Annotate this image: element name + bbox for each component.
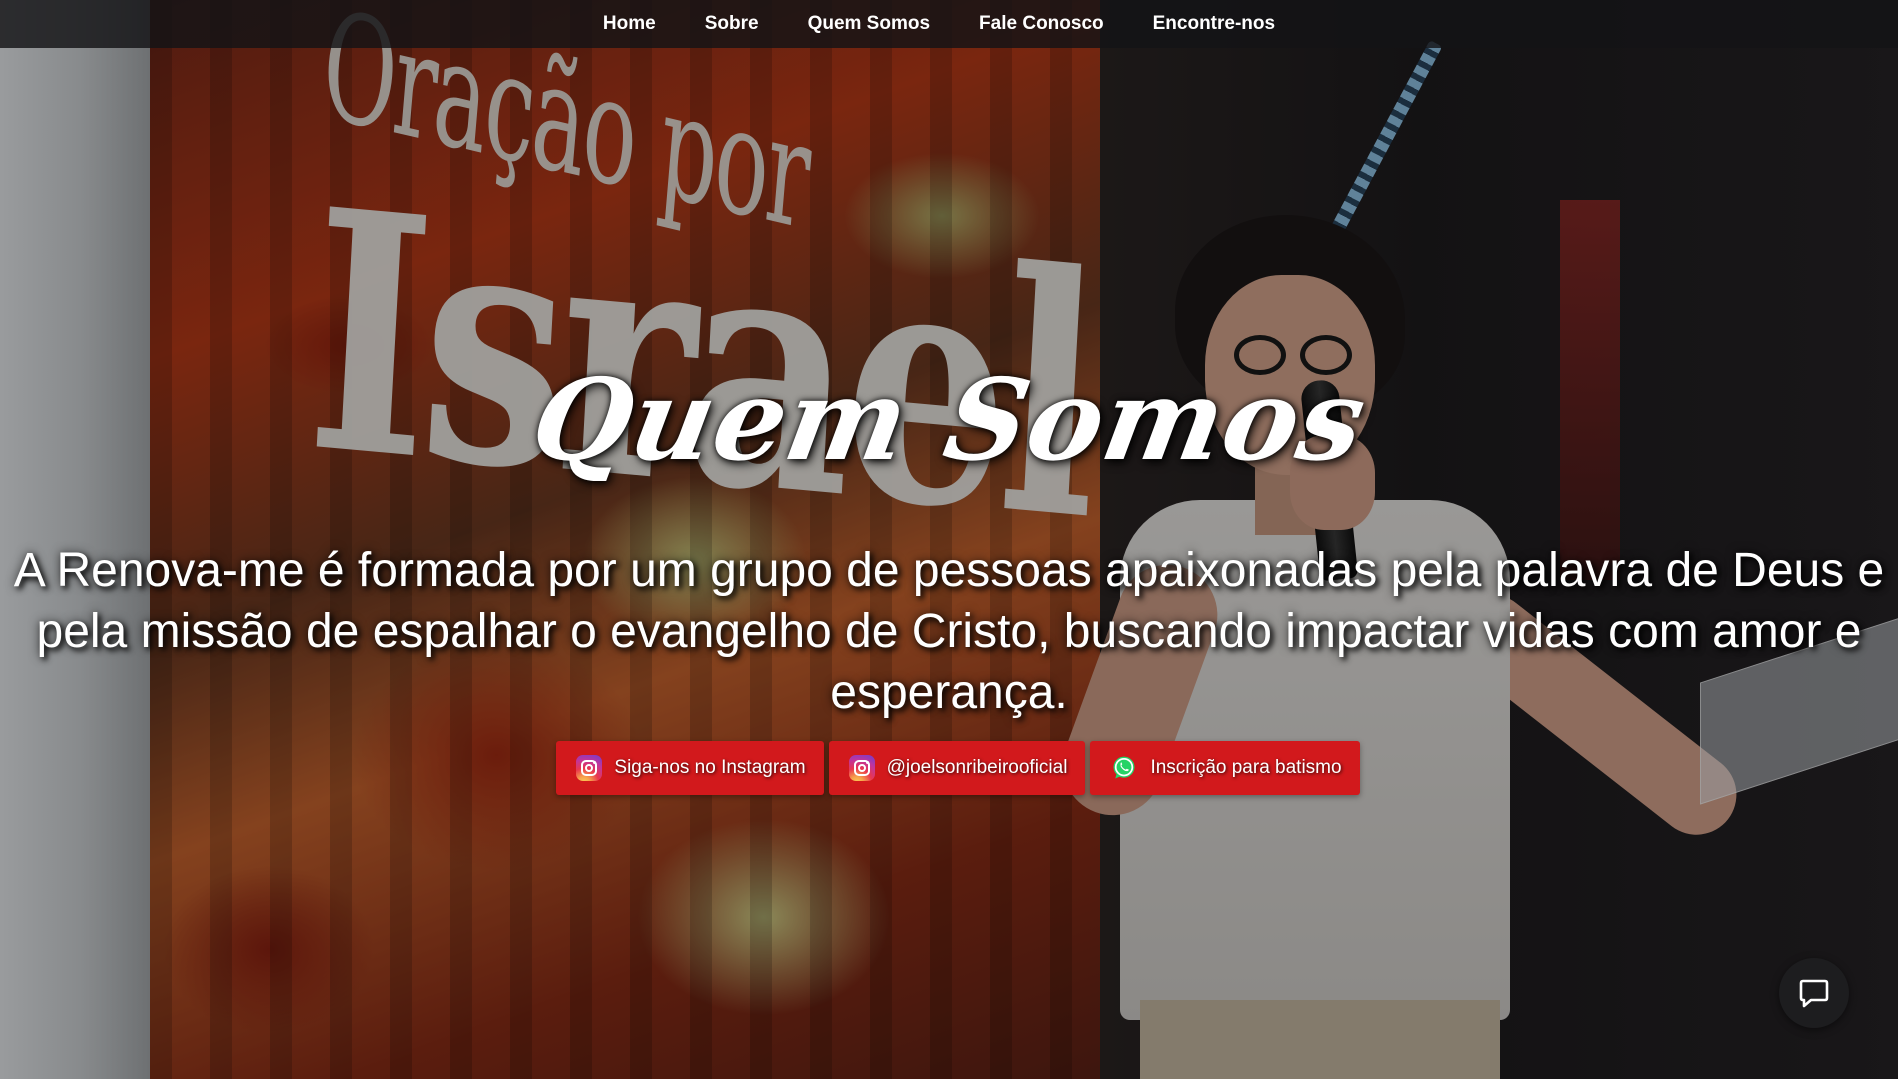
hero-section: Quem Somos A Renova-me é formada por um … [0,0,1898,1079]
instagram-icon [848,755,875,781]
baptism-signup-button[interactable]: Inscrição para batismo [1090,741,1360,795]
instagram-follow-label: Siga-nos no Instagram [614,757,806,778]
instagram-follow-button[interactable]: Siga-nos no Instagram [556,741,824,795]
instagram-icon [576,755,603,781]
nav-item-sobre[interactable]: Sobre [680,0,783,48]
nav-item-encontre-nos[interactable]: Encontre-nos [1128,0,1299,48]
chat-widget-button[interactable] [1779,958,1849,1028]
nav-item-quem-somos[interactable]: Quem Somos [783,0,954,48]
chat-icon [1799,979,1829,1008]
page: Oração por Israel Home Sobre Quem Somos … [0,0,1898,1079]
nav-menu: Home Sobre Quem Somos Fale Conosco Encon… [578,0,1299,48]
instagram-profile-label: @joelsonribeirooficial [886,757,1068,778]
instagram-profile-button[interactable]: @joelsonribeirooficial [828,741,1086,795]
nav-item-fale-conosco[interactable]: Fale Conosco [955,0,1129,48]
baptism-signup-label: Inscrição para batismo [1150,757,1342,778]
top-navbar: Home Sobre Quem Somos Fale Conosco Encon… [0,0,1898,48]
cta-button-row: Siga-nos no Instagram @joelsonribeiroofi… [0,741,1898,795]
whatsapp-icon [1113,756,1135,779]
nav-item-home[interactable]: Home [578,0,680,48]
hero-heading: Quem Somos [522,355,1376,486]
hero-description: A Renova-me é formada por um grupo de pe… [13,544,1885,719]
